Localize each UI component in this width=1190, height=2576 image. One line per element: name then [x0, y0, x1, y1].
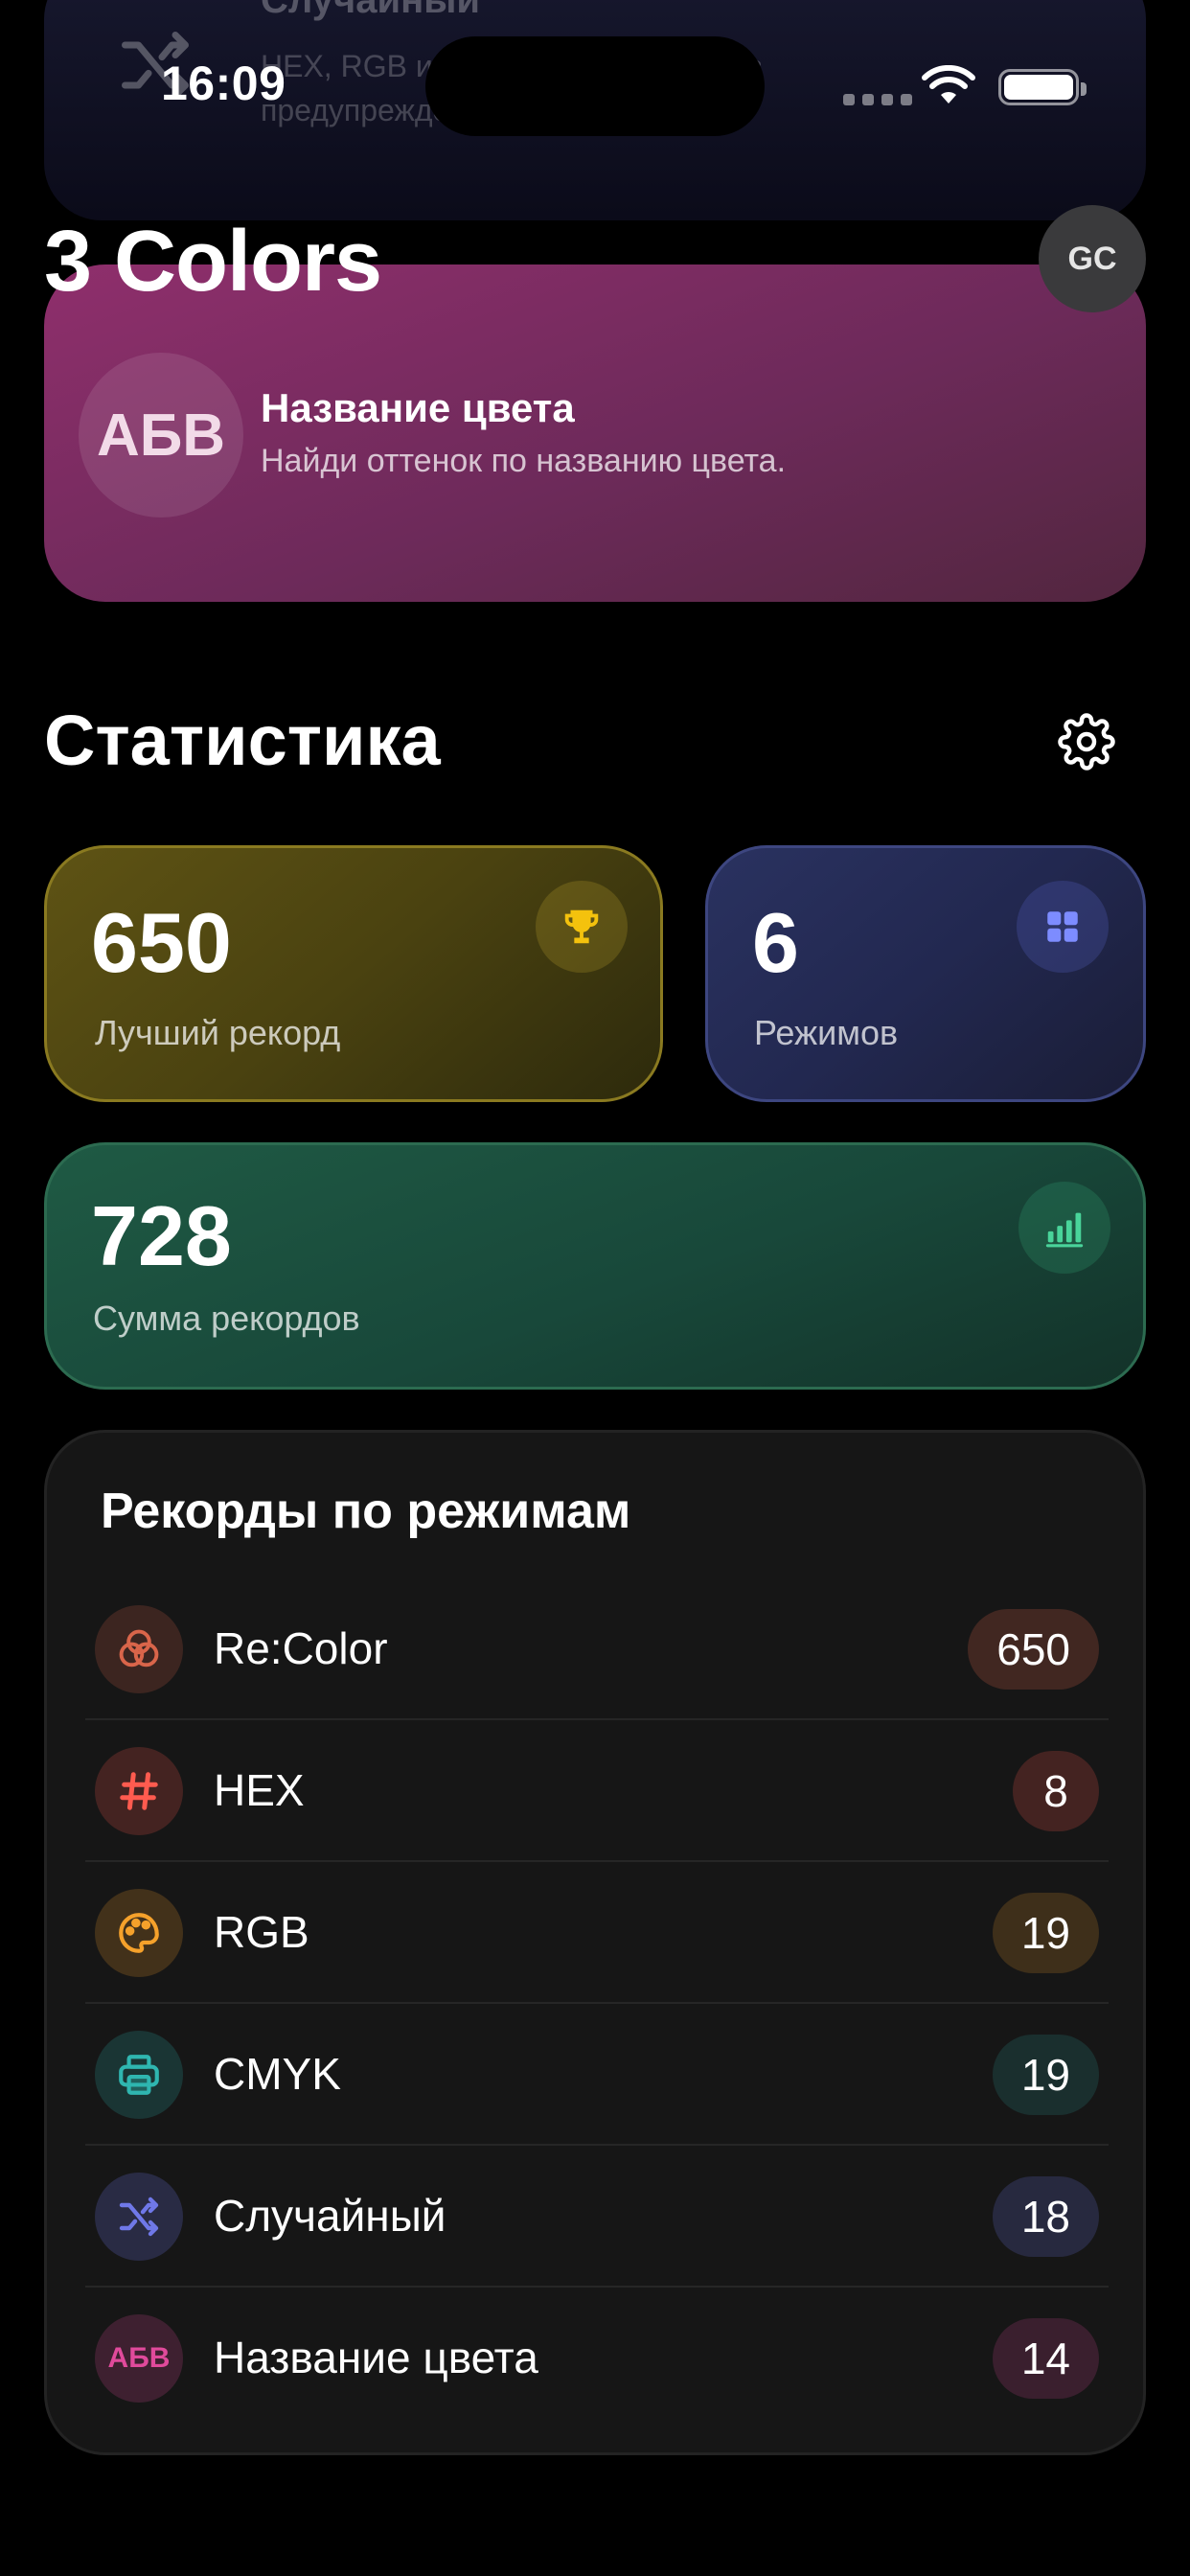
mode-card-color-name[interactable]: АБВ Название цвета Найди оттенок по назв… — [44, 264, 1146, 602]
record-score-badge: 19 — [992, 1893, 1099, 1973]
records-by-mode-panel: Рекорды по режимам Re:Color 650 HEX 8 RG… — [44, 1430, 1146, 2455]
record-mode-name: Случайный — [214, 2191, 446, 2241]
record-score-badge: 8 — [1013, 1751, 1099, 1831]
records-sum-value: 728 — [91, 1188, 232, 1283]
gear-icon[interactable] — [1058, 713, 1115, 770]
palette-icon — [95, 1889, 183, 1977]
shuffle-icon — [95, 2173, 183, 2261]
mode-subtitle: Найди оттенок по названию цвета. — [261, 443, 787, 479]
records-sum-card: 728 Сумма рекордов — [44, 1142, 1146, 1390]
record-mode-name: Re:Color — [214, 1623, 388, 1673]
record-score-badge: 18 — [992, 2176, 1099, 2257]
best-record-value: 650 — [91, 895, 232, 990]
dynamic-island — [425, 36, 765, 136]
records-sum-label: Сумма рекордов — [93, 1299, 360, 1338]
record-row-hex[interactable]: HEX 8 — [85, 1720, 1109, 1862]
record-mode-name: HEX — [214, 1765, 305, 1815]
record-score-badge: 650 — [968, 1609, 1099, 1690]
mode-badge: АБВ — [79, 353, 243, 518]
record-row-random[interactable]: Случайный 18 — [85, 2146, 1109, 2288]
record-score-badge: 14 — [992, 2318, 1099, 2399]
abv-text-icon: АБВ — [95, 2314, 183, 2403]
modes-count-label: Режимов — [754, 1013, 899, 1052]
modes-count-card: 6 Режимов — [705, 845, 1146, 1102]
best-record-label: Лучший рекорд — [95, 1013, 341, 1052]
record-row-rgb[interactable]: RGB 19 — [85, 1862, 1109, 2004]
grid-icon — [1017, 881, 1109, 973]
modes-count-value: 6 — [752, 895, 799, 990]
hash-icon — [95, 1747, 183, 1835]
record-mode-name: RGB — [214, 1907, 309, 1957]
record-row-recolor[interactable]: Re:Color 650 — [85, 1578, 1109, 1720]
stats-title: Статистика — [44, 701, 441, 780]
app-title: 3 Colors — [44, 214, 382, 310]
overlapping-circles-icon — [95, 1605, 183, 1693]
bar-chart-icon — [1018, 1182, 1110, 1274]
record-mode-name: Название цвета — [214, 2333, 538, 2382]
mode-title: Название цвета — [261, 385, 575, 430]
previous-mode-title: Случайный — [261, 0, 480, 21]
cellular-signal-icon — [843, 94, 912, 105]
printer-icon — [95, 2031, 183, 2119]
record-row-cmyk[interactable]: CMYK 19 — [85, 2004, 1109, 2146]
record-score-badge: 19 — [992, 2035, 1099, 2115]
best-record-card: 650 Лучший рекорд — [44, 845, 663, 1102]
game-center-avatar-button[interactable]: GC — [1039, 205, 1146, 312]
battery-icon — [998, 69, 1087, 105]
trophy-icon — [536, 881, 628, 973]
record-mode-name: CMYK — [214, 2049, 341, 2099]
status-time: 16:09 — [161, 57, 286, 110]
records-title: Рекорды по режимам — [101, 1484, 631, 1539]
wifi-icon — [922, 65, 975, 104]
record-row-color-name[interactable]: АБВ Название цвета 14 — [85, 2288, 1109, 2429]
